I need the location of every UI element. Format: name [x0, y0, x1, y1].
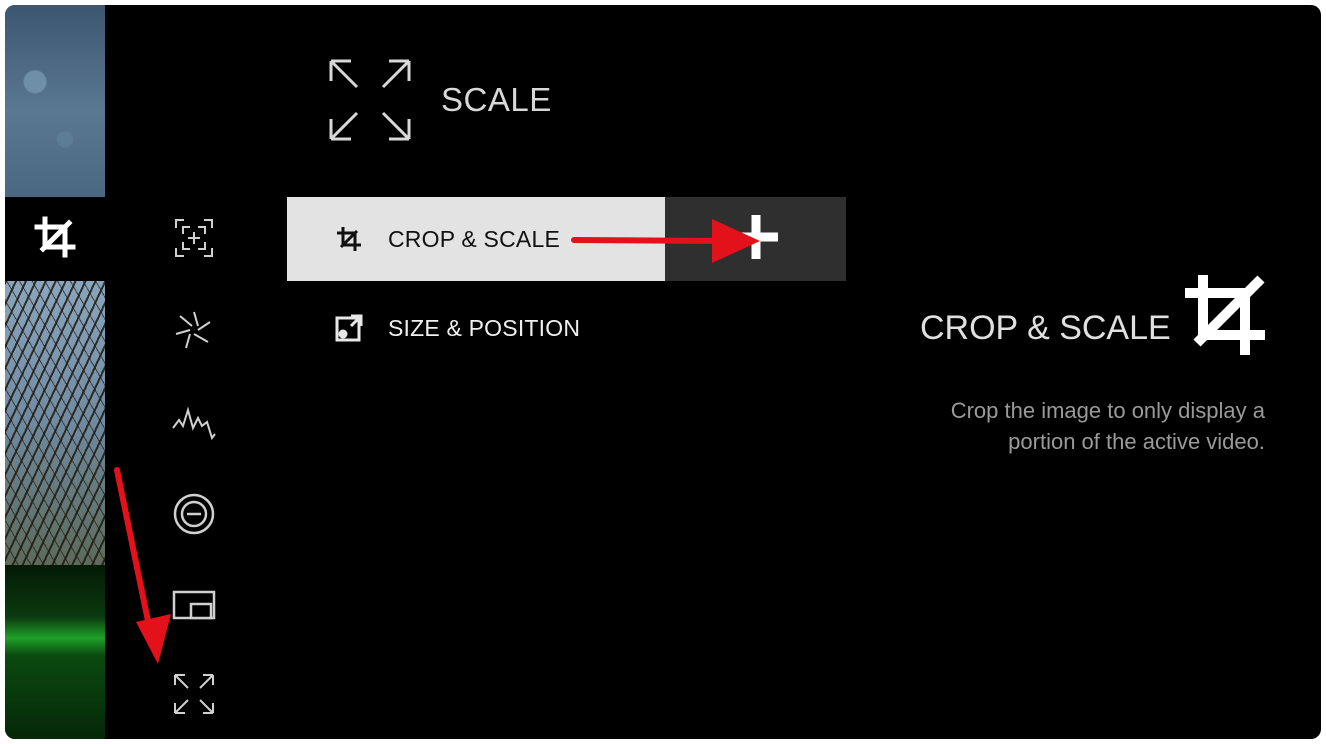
- zoom-out-icon[interactable]: [171, 491, 217, 537]
- expand-icon[interactable]: [171, 671, 217, 717]
- thumbnail-strip: [5, 5, 105, 739]
- info-description-line: portion of the active video.: [1008, 429, 1265, 454]
- menu-item-label: CROP & SCALE: [388, 226, 560, 252]
- waveform-icon[interactable]: [171, 399, 217, 445]
- menu-item-size-position[interactable]: SIZE & POSITION: [287, 285, 847, 369]
- thumbnail-water[interactable]: [5, 5, 105, 197]
- menu-item-label: SIZE & POSITION: [388, 315, 581, 341]
- aperture-icon[interactable]: [171, 307, 217, 353]
- expand-icon: [327, 57, 413, 148]
- crop-icon: [1181, 271, 1269, 364]
- info-description-line: Crop the image to only display a: [950, 398, 1265, 423]
- menu-item-crop-scale[interactable]: CROP & SCALE: [287, 197, 665, 281]
- tool-icon-column: [105, 5, 285, 739]
- size-position-icon: [335, 314, 363, 347]
- picture-in-picture-icon[interactable]: [171, 583, 217, 629]
- app-window: SCALE CROP & SCALE SIZE & POSITION CROP …: [5, 5, 1321, 739]
- thumbnail-trees[interactable]: [5, 281, 105, 565]
- add-button[interactable]: [665, 197, 846, 281]
- focus-assist-icon[interactable]: [171, 215, 217, 261]
- thumbnail-selected-crop[interactable]: [5, 197, 105, 281]
- crop-icon: [33, 215, 77, 264]
- crop-icon: [335, 225, 363, 258]
- thumbnail-green[interactable]: [5, 565, 105, 739]
- info-title: CROP & SCALE: [920, 309, 1171, 347]
- page-title: SCALE: [441, 81, 552, 118]
- plus-icon: [730, 211, 782, 268]
- info-description: Crop the image to only display a portion…: [905, 395, 1265, 457]
